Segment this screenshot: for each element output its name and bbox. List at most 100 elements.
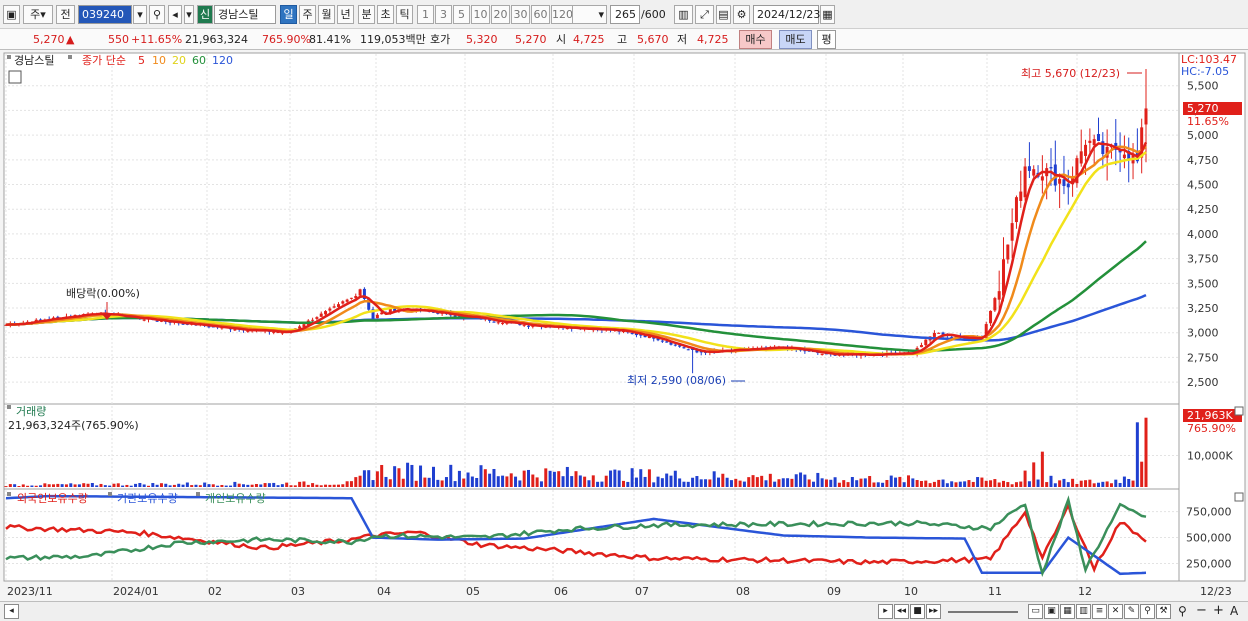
pin-icon[interactable]: ⚲: [1140, 604, 1155, 619]
legend-ma20[interactable]: 20: [172, 54, 186, 67]
scroll-right-icon[interactable]: ▸: [878, 604, 893, 619]
legend-institution[interactable]: 기관보유수량: [117, 492, 178, 505]
sell-button[interactable]: 매도: [779, 30, 812, 49]
gear-icon[interactable]: ⚙: [733, 5, 750, 24]
font-size-icon[interactable]: A: [1230, 604, 1238, 618]
volume-bar: [738, 480, 742, 487]
volume-bar: [522, 470, 526, 487]
legend-ma5[interactable]: 5: [138, 54, 145, 67]
volume-bar: [332, 484, 336, 487]
volume-title[interactable]: 거래량: [16, 405, 46, 418]
bottom-bar: ◂ ▸ ◂◂ ■ ▸▸ ▭ ▣ ▦ ▥ ≡ ✕ ✎ ⚲ ⚒ ⚲ − + A: [0, 601, 1248, 621]
legend-series-label[interactable]: 종가 단순: [82, 54, 126, 67]
legend-stock-name[interactable]: 경남스틸: [14, 54, 54, 67]
speaker-icon[interactable]: ◂: [168, 5, 182, 24]
zoom-out-icon[interactable]: −: [1196, 603, 1207, 618]
chart-area[interactable]: 5,5005,2505,0004,7504,5004,2504,0003,750…: [0, 50, 1248, 602]
volume-bar: [1053, 483, 1057, 487]
calculator-icon[interactable]: [8, 70, 22, 84]
interval-3[interactable]: 3: [435, 5, 452, 24]
line-tool-icon[interactable]: ⤢: [695, 5, 714, 24]
zoom-in-icon[interactable]: +: [1213, 603, 1224, 618]
legend-ma120[interactable]: 120: [212, 54, 233, 67]
volume-bar: [237, 483, 241, 487]
volume-bar: [263, 483, 267, 487]
volume-bar: [695, 476, 699, 487]
price-tick-label: 4,250: [1187, 203, 1219, 216]
period-week[interactable]: 주: [299, 5, 316, 24]
prev-button[interactable]: 전: [56, 5, 75, 24]
candle-body: [997, 291, 1001, 300]
zoom-slider[interactable]: [948, 611, 1018, 613]
chart-icon[interactable]: ▥: [1076, 604, 1091, 619]
interval-60[interactable]: 60: [531, 5, 550, 24]
period-month[interactable]: 월: [318, 5, 335, 24]
grid-icon[interactable]: ▦: [1060, 604, 1075, 619]
volume-bar: [600, 481, 604, 487]
legend-individual[interactable]: 개인보유수량: [205, 492, 266, 505]
period-minute[interactable]: 분: [358, 5, 375, 24]
interval-10[interactable]: 10: [471, 5, 490, 24]
period-year[interactable]: 년: [337, 5, 354, 24]
interval-5[interactable]: 5: [453, 5, 470, 24]
candle-style-icon[interactable]: ▥: [674, 5, 693, 24]
buy-button[interactable]: 매수: [739, 30, 772, 49]
draw-icon[interactable]: ✎: [1124, 604, 1139, 619]
tools-icon[interactable]: ⚒: [1156, 604, 1171, 619]
copy-icon[interactable]: ▣: [1044, 604, 1059, 619]
search-icon[interactable]: ⚲: [149, 5, 165, 24]
volume-bar: [535, 477, 539, 487]
close-icon[interactable]: [1234, 406, 1244, 416]
market-selector[interactable]: 주▾: [23, 5, 53, 24]
volume-bar: [557, 471, 561, 487]
volume-bar: [436, 479, 440, 487]
interval-120[interactable]: 120: [551, 5, 573, 24]
volume-value: 21,963,324: [185, 33, 248, 46]
legend-ma60[interactable]: 60: [192, 54, 206, 67]
turnover-ratio: 81.41%: [309, 33, 351, 46]
collapse-icon[interactable]: [1234, 492, 1244, 502]
interval-dropdown[interactable]: ▾: [572, 5, 607, 24]
volume-bar: [1032, 462, 1036, 487]
stop-icon[interactable]: ■: [910, 604, 925, 619]
volume-bar: [958, 481, 962, 487]
period-tick[interactable]: 틱: [396, 5, 413, 24]
calendar-icon[interactable]: ▦: [820, 5, 835, 24]
cross-icon[interactable]: ✕: [1108, 604, 1123, 619]
period-second[interactable]: 초: [377, 5, 394, 24]
scroll-left-icon[interactable]: ◂: [4, 604, 19, 619]
stock-code-input[interactable]: 039240: [78, 5, 132, 24]
period-day[interactable]: 일: [280, 5, 297, 24]
window-menu-icon[interactable]: ▣: [3, 5, 20, 24]
time-tick-label: 2024/01: [113, 585, 159, 598]
interval-1[interactable]: 1: [417, 5, 434, 24]
save-icon[interactable]: ▤: [716, 5, 731, 24]
rewind-icon[interactable]: ◂◂: [894, 604, 909, 619]
legend-ma10[interactable]: 10: [152, 54, 166, 67]
legend-foreign[interactable]: 외국인보유수량: [17, 492, 88, 505]
volume-bar: [375, 471, 379, 487]
stock-name-field[interactable]: 경남스틸: [214, 5, 276, 24]
layout-icon[interactable]: ▭: [1028, 604, 1043, 619]
stock-chart[interactable]: 5,5005,2505,0004,7504,5004,2504,0003,750…: [0, 50, 1248, 602]
speaker-dropdown-icon[interactable]: ▾: [184, 5, 194, 24]
volume-bar: [190, 485, 194, 487]
zoom-search-icon[interactable]: ⚲: [1178, 604, 1187, 618]
volume-bar: [60, 484, 64, 487]
volume-bar: [894, 477, 898, 487]
volume-bar: [1019, 481, 1023, 487]
lines-icon[interactable]: ≡: [1092, 604, 1107, 619]
date-input[interactable]: 2024/12/23: [753, 5, 820, 24]
count-input[interactable]: 265: [610, 5, 640, 24]
interval-20[interactable]: 20: [491, 5, 510, 24]
interval-30[interactable]: 30: [511, 5, 530, 24]
eval-button[interactable]: 평: [817, 30, 836, 49]
price-tick-label: 3,000: [1187, 327, 1219, 340]
code-dropdown-icon[interactable]: ▾: [133, 5, 147, 24]
volume-bar: [285, 482, 289, 487]
volume-bar: [613, 469, 617, 487]
volume-bar: [276, 485, 280, 487]
forward-icon[interactable]: ▸▸: [926, 604, 941, 619]
candle-body: [1092, 139, 1096, 146]
volume-bar: [168, 485, 172, 487]
